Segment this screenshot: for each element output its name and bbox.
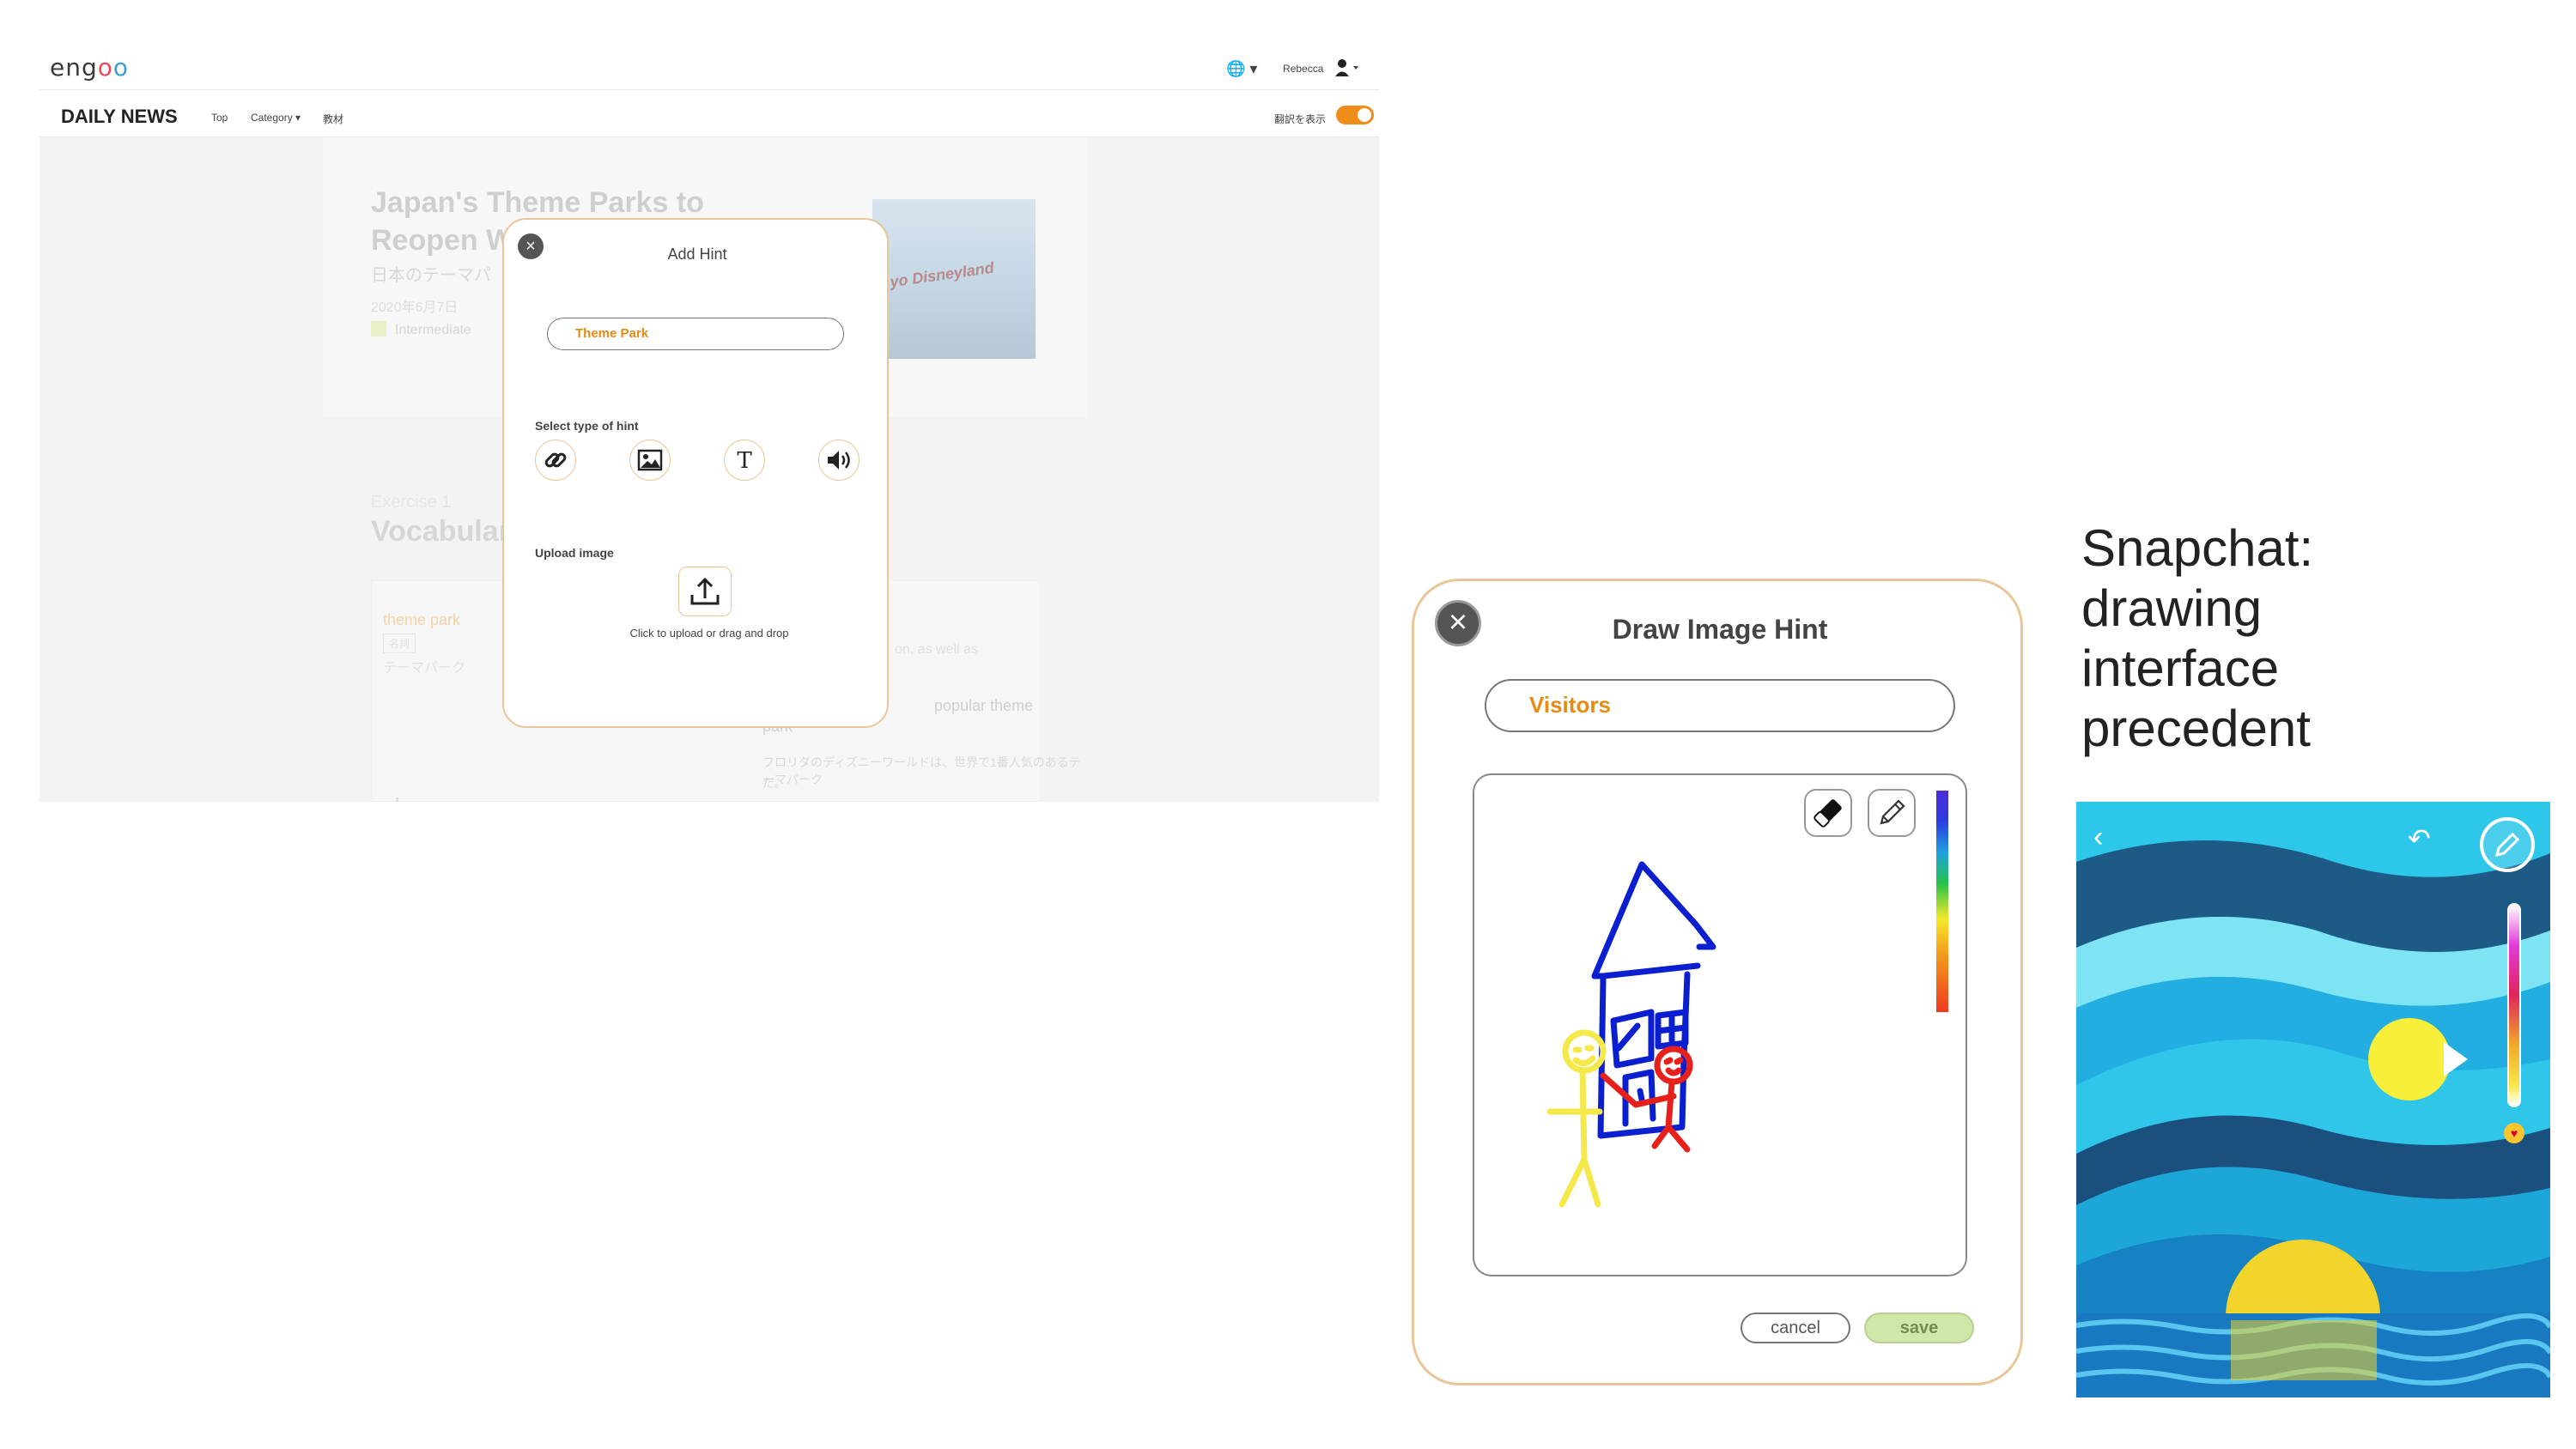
- hint-name-field[interactable]: Visitors: [1485, 679, 1955, 732]
- example-jp-2: だ。: [762, 776, 787, 790]
- svg-text:T: T: [737, 448, 752, 472]
- upload-label: Upload image: [535, 546, 614, 560]
- nav-materials[interactable]: 教材: [323, 112, 343, 126]
- vocab-word: theme park: [383, 611, 461, 628]
- upload-help-text: Click to upload or drag and drop: [629, 627, 789, 640]
- draw-image-hint-modal: × Draw Image Hint Visitors cancel save: [1412, 579, 2023, 1385]
- nav-bar: DAILY NEWS Top Category ▾ 教材 翻訳を表示: [39, 89, 1379, 137]
- link-icon[interactable]: [535, 440, 576, 481]
- caption-line: precedent: [2081, 700, 2311, 757]
- snapchat-artwork: [2076, 802, 2550, 1397]
- section-title: Vocabular: [371, 515, 510, 548]
- caption-line: drawing: [2081, 579, 2263, 637]
- snapchat-caption: Snapchat: drawing interface precedent: [2081, 518, 2562, 759]
- add-hint-title: Add Hint: [667, 246, 727, 263]
- save-button[interactable]: save: [1864, 1313, 1974, 1343]
- undo-icon[interactable]: ↶: [2408, 822, 2431, 855]
- vocab-tag: 名詞: [383, 634, 416, 653]
- vocab-jp: テーマパーク: [383, 661, 466, 676]
- cancel-button[interactable]: cancel: [1741, 1313, 1850, 1343]
- audio-icon[interactable]: [818, 440, 860, 481]
- level-badge: Intermediate: [371, 321, 471, 338]
- nav-top[interactable]: Top: [211, 112, 228, 124]
- pencil-icon[interactable]: [2480, 817, 2535, 872]
- draw-hint-title: Draw Image Hint: [1612, 614, 1828, 645]
- drawing-strokes: [1546, 861, 1716, 1208]
- image-icon[interactable]: [629, 440, 671, 481]
- hint-type-label: Select type of hint: [535, 419, 639, 433]
- daily-news-brand[interactable]: DAILY NEWS: [61, 106, 178, 128]
- article-date: 2020年6月7日: [371, 300, 459, 315]
- globe-icon[interactable]: 🌐 ▾: [1226, 60, 1257, 78]
- translation-toggle-label: 翻訳を表示: [1274, 113, 1327, 125]
- text-icon[interactable]: T: [724, 440, 765, 481]
- upload-icon: [690, 577, 720, 605]
- caption-line: interface: [2081, 640, 2280, 697]
- drawing-canvas[interactable]: [1473, 773, 1967, 1276]
- chevron-down-icon: ▾: [295, 112, 301, 124]
- upload-button[interactable]: [678, 567, 732, 616]
- hint-name-field[interactable]: Theme Park: [547, 318, 844, 350]
- user-name[interactable]: Rebecca: [1283, 63, 1323, 75]
- back-chevron-icon[interactable]: ‹: [2093, 821, 2103, 854]
- add-hint-plus-icon[interactable]: +: [390, 790, 405, 802]
- top-bar: engoo 🌐 ▾ Rebecca: [39, 48, 1379, 89]
- article-subtitle-jp: 日本のテーマパ: [371, 266, 491, 285]
- engoo-logo[interactable]: engoo: [50, 53, 129, 82]
- nav-category-label: Category: [251, 112, 293, 124]
- example-line-1: on, as well as: [895, 642, 978, 657]
- exercise-label: Exercise 1: [371, 493, 452, 512]
- add-hint-modal: × Add Hint Theme Park Select type of hin…: [502, 218, 889, 728]
- caption-line: Snapchat:: [2081, 519, 2314, 577]
- example-line-2: popular theme: [934, 697, 1034, 714]
- nav-category[interactable]: Category ▾: [251, 112, 301, 124]
- user-icon[interactable]: [1334, 58, 1360, 77]
- translation-toggle[interactable]: [1336, 106, 1374, 124]
- snapchat-drawing-screenshot: ‹ ↶ ♥: [2076, 802, 2550, 1397]
- emoji-icon[interactable]: ♥: [2504, 1123, 2524, 1143]
- example-jp-1: フロリダのディズニーワールドは、世界で1番人気のあるテーマパーク: [762, 755, 1081, 786]
- color-slider[interactable]: [2507, 903, 2521, 1107]
